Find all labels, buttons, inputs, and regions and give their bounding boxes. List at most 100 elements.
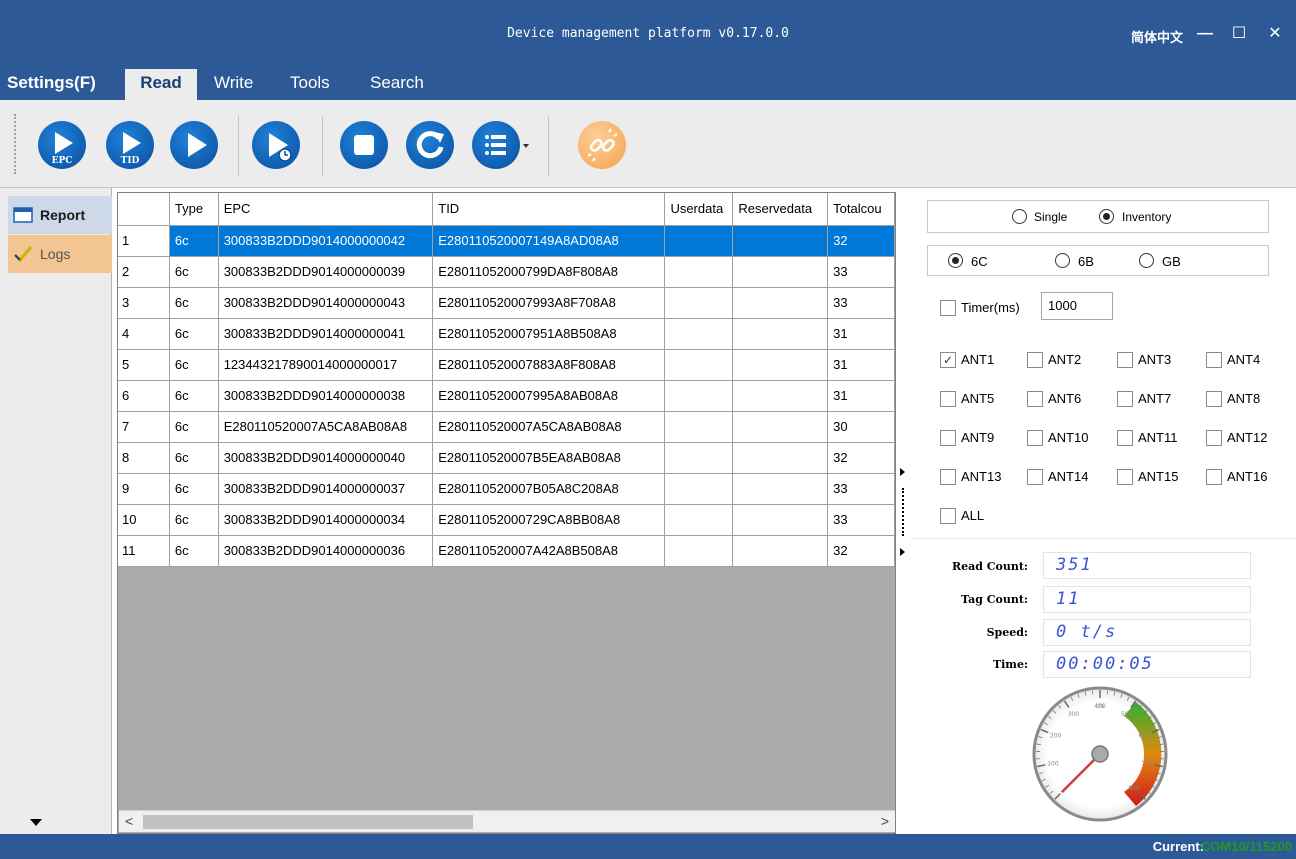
- language-selector[interactable]: 简体中文: [1131, 27, 1183, 46]
- antenna-checkbox-ant7[interactable]: [1117, 391, 1133, 407]
- splitter-grip[interactable]: [902, 488, 904, 536]
- cell-userdata[interactable]: [664, 504, 734, 536]
- cell-userdata[interactable]: [664, 411, 734, 443]
- protocol-6b-radio[interactable]: [1055, 253, 1070, 268]
- cell-userdata[interactable]: [664, 287, 734, 319]
- cell-type[interactable]: 6c: [169, 318, 219, 350]
- antenna-checkbox-ant10[interactable]: [1027, 430, 1043, 446]
- antenna-checkbox-ant13[interactable]: [940, 469, 956, 485]
- antenna-checkbox-ant14[interactable]: [1027, 469, 1043, 485]
- protocol-6c-radio[interactable]: [948, 253, 963, 268]
- cell-epc[interactable]: 300833B2DDD9014000000037: [218, 473, 434, 505]
- cell-epc[interactable]: 300833B2DDD9014000000039: [218, 256, 434, 288]
- antenna-checkbox-ant1[interactable]: ✓: [940, 352, 956, 368]
- column-header-userdata[interactable]: Userdata: [664, 193, 734, 226]
- column-header-epc[interactable]: EPC: [218, 193, 434, 226]
- read-epc-button[interactable]: EPC: [38, 121, 86, 169]
- cell-type[interactable]: 6c: [169, 225, 219, 257]
- scroll-left-icon[interactable]: <: [125, 813, 133, 829]
- table-row[interactable]: 3 6c 300833B2DDD9014000000043 E280110520007…: [118, 287, 895, 319]
- nav-report[interactable]: Report: [8, 196, 112, 234]
- menu-settings[interactable]: Settings(F): [7, 69, 96, 100]
- cell-totalcount[interactable]: 32: [827, 535, 895, 567]
- cell-reservedata[interactable]: [732, 349, 829, 381]
- start-read-button[interactable]: [170, 121, 218, 169]
- timed-read-button[interactable]: [252, 121, 300, 169]
- cell-totalcount[interactable]: 32: [827, 225, 895, 257]
- collapse-arrow-icon[interactable]: [900, 468, 905, 476]
- nav-logs[interactable]: Logs: [8, 235, 112, 273]
- collapse-arrow-icon[interactable]: [900, 548, 905, 556]
- antenna-checkbox-ant3[interactable]: [1117, 352, 1133, 368]
- table-row[interactable]: 8 6c 300833B2DDD9014000000040 E280110520007…: [118, 442, 895, 474]
- table-row[interactable]: 5 6c 123443217890014000000017 E280110520007…: [118, 349, 895, 381]
- nav-down-arrow-icon[interactable]: [30, 819, 42, 826]
- cell-type[interactable]: 6c: [169, 442, 219, 474]
- list-menu-button[interactable]: [472, 121, 520, 169]
- single-radio[interactable]: [1012, 209, 1027, 224]
- cell-type[interactable]: 6c: [169, 380, 219, 412]
- cell-tid[interactable]: E280110520007B5EA8AB08A8: [432, 442, 666, 474]
- scroll-right-icon[interactable]: >: [881, 813, 889, 829]
- antenna-checkbox-ant11[interactable]: [1117, 430, 1133, 446]
- inventory-radio[interactable]: [1099, 209, 1114, 224]
- antenna-checkbox-ant6[interactable]: [1027, 391, 1043, 407]
- row-number[interactable]: 9: [118, 473, 170, 505]
- table-row[interactable]: 2 6c 300833B2DDD9014000000039 E280110520007…: [118, 256, 895, 288]
- cell-epc[interactable]: 300833B2DDD9014000000038: [218, 380, 434, 412]
- cell-type[interactable]: 6c: [169, 349, 219, 381]
- antenna-checkbox-ant8[interactable]: [1206, 391, 1222, 407]
- cell-userdata[interactable]: [664, 380, 734, 412]
- cell-totalcount[interactable]: 31: [827, 349, 895, 381]
- antenna-checkbox-ant12[interactable]: [1206, 430, 1222, 446]
- cell-userdata[interactable]: [664, 442, 734, 474]
- column-header-totalcount[interactable]: Totalcou: [827, 193, 895, 226]
- antenna-checkbox-ant15[interactable]: [1117, 469, 1133, 485]
- antenna-checkbox-ant2[interactable]: [1027, 352, 1043, 368]
- protocol-gb-radio[interactable]: [1139, 253, 1154, 268]
- maximize-button[interactable]: ☐: [1224, 20, 1254, 48]
- column-header-reservedata[interactable]: Reservedata: [732, 193, 829, 226]
- cell-tid[interactable]: E280110520007883A8F808A8: [432, 349, 666, 381]
- cell-type[interactable]: 6c: [169, 473, 219, 505]
- cell-totalcount[interactable]: 31: [827, 380, 895, 412]
- cell-tid[interactable]: E280110520007995A8AB08A8: [432, 380, 666, 412]
- cell-userdata[interactable]: [664, 349, 734, 381]
- cell-userdata[interactable]: [664, 256, 734, 288]
- antenna-checkbox-ant4[interactable]: [1206, 352, 1222, 368]
- cell-reservedata[interactable]: [732, 473, 829, 505]
- timer-checkbox[interactable]: [940, 300, 956, 316]
- refresh-button[interactable]: [406, 121, 454, 169]
- row-number[interactable]: 10: [118, 504, 170, 536]
- cell-reservedata[interactable]: [732, 318, 829, 350]
- row-number[interactable]: 8: [118, 442, 170, 474]
- cell-epc[interactable]: 300833B2DDD9014000000041: [218, 318, 434, 350]
- cell-epc[interactable]: 300833B2DDD9014000000042: [218, 225, 434, 257]
- cell-epc[interactable]: 300833B2DDD9014000000043: [218, 287, 434, 319]
- table-row[interactable]: 7 6c E280110520007A5CA8AB08A8 E280110520007…: [118, 411, 895, 443]
- cell-userdata[interactable]: [664, 535, 734, 567]
- read-tid-button[interactable]: TID: [106, 121, 154, 169]
- column-header-tid[interactable]: TID: [432, 193, 666, 226]
- cell-totalcount[interactable]: 33: [827, 504, 895, 536]
- cell-tid[interactable]: E28011052000799DA8F808A8: [432, 256, 666, 288]
- cell-type[interactable]: 6c: [169, 504, 219, 536]
- cell-reservedata[interactable]: [732, 411, 829, 443]
- row-number[interactable]: 2: [118, 256, 170, 288]
- timer-ms-input[interactable]: 1000: [1041, 292, 1113, 320]
- cell-userdata[interactable]: [664, 318, 734, 350]
- cell-totalcount[interactable]: 33: [827, 256, 895, 288]
- cell-reservedata[interactable]: [732, 287, 829, 319]
- tab-search[interactable]: Search: [370, 69, 424, 100]
- cell-tid[interactable]: E280110520007A5CA8AB08A8: [432, 411, 666, 443]
- cell-epc[interactable]: 123443217890014000000017: [218, 349, 434, 381]
- column-header-type[interactable]: Type: [169, 193, 219, 226]
- tab-read[interactable]: Read: [125, 69, 197, 100]
- horizontal-scrollbar[interactable]: < >: [119, 810, 895, 832]
- cell-totalcount[interactable]: 32: [827, 442, 895, 474]
- cell-tid[interactable]: E280110520007951A8B508A8: [432, 318, 666, 350]
- cell-type[interactable]: 6c: [169, 535, 219, 567]
- cell-reservedata[interactable]: [732, 380, 829, 412]
- antenna-checkbox-ant16[interactable]: [1206, 469, 1222, 485]
- table-row[interactable]: 10 6c 300833B2DDD9014000000034 E28011052000…: [118, 504, 895, 536]
